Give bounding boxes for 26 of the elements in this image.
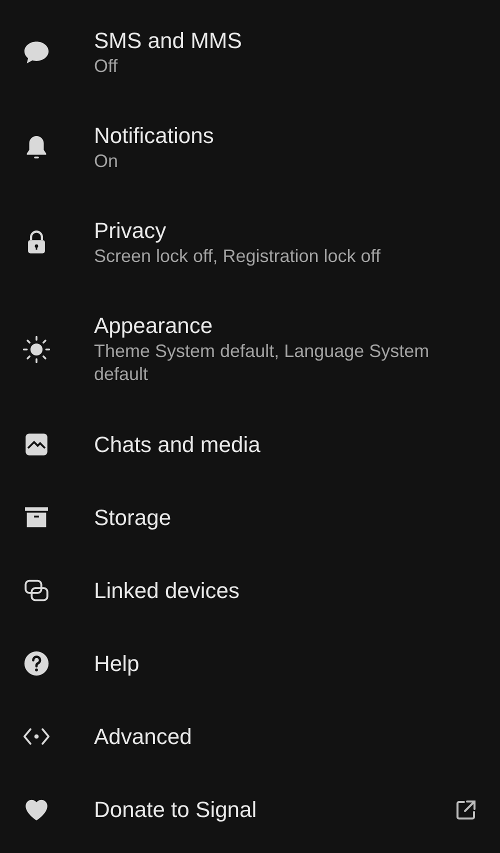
item-title: Privacy [94, 217, 168, 245]
item-subtitle: Off [94, 55, 119, 78]
item-title: Storage [94, 504, 172, 532]
settings-item[interactable]: Appearance Theme System default, Language System default [0, 290, 500, 408]
item-title: Advanced [94, 722, 193, 750]
settings-item[interactable]: Help [0, 627, 500, 700]
item-subtitle: On [94, 150, 120, 173]
item-subtitle: Theme System default, Language System default [94, 340, 430, 386]
item-subtitle: Screen lock off, Registration lock off [94, 245, 382, 268]
settings-item[interactable]: Privacy Screen lock off, Registration lock off [0, 195, 500, 290]
settings-item[interactable]: Linked devices [0, 554, 500, 627]
item-title: Chats and media [94, 430, 262, 458]
help-icon [22, 649, 51, 678]
settings-item[interactable]: Storage [0, 481, 500, 554]
item-title: Appearance [94, 312, 214, 340]
settings-item[interactable]: Chats and media [0, 408, 500, 481]
settings-item[interactable]: SMS and MMS Off [0, 5, 500, 100]
settings-item[interactable]: Notifications On [0, 100, 500, 195]
item-title: SMS and MMS [94, 27, 243, 55]
sun-icon [22, 334, 51, 364]
settings-item[interactable]: Advanced [0, 700, 500, 773]
item-title: Notifications [94, 122, 215, 150]
item-title: Help [94, 650, 140, 678]
settings-item[interactable]: Donate to Signal [0, 773, 500, 846]
item-title: Linked devices [94, 576, 241, 604]
item-title: Donate to Signal [94, 796, 258, 824]
